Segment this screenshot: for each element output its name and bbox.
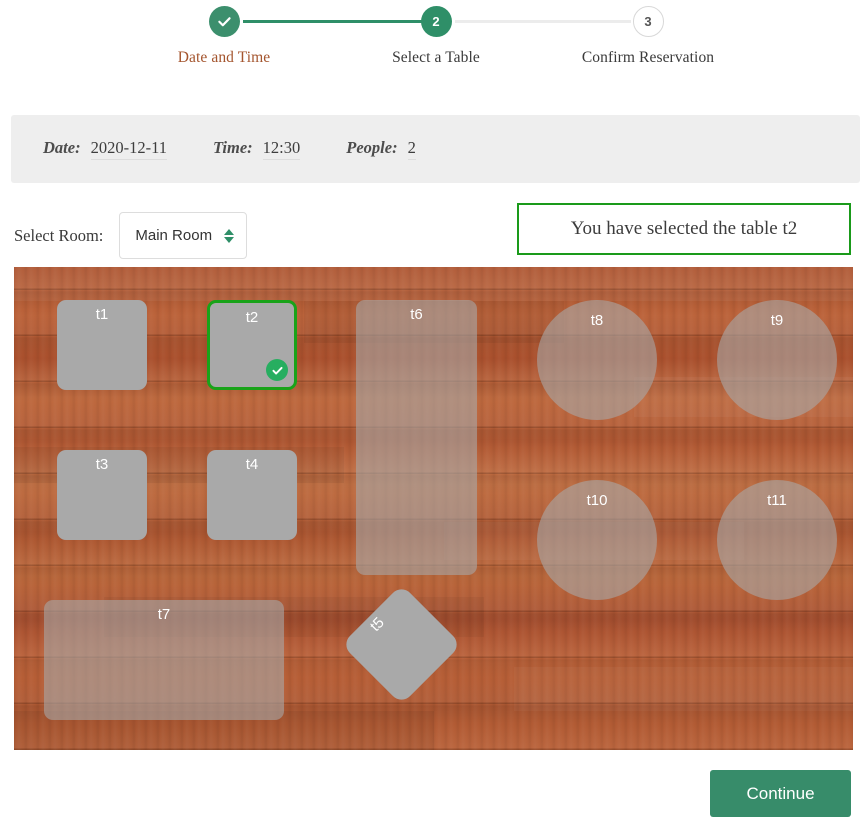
table-label: t10 [586,492,608,509]
room-select-value: Main Room [135,227,213,244]
room-select-label: Select Room: [14,225,104,245]
table-label: t9 [770,312,784,329]
table-label: t3 [95,456,109,473]
step-2-label: Select a Table [392,49,480,66]
table-t2[interactable]: t2 [207,300,297,390]
step-2-badge: 2 [420,6,452,37]
table-t4[interactable]: t4 [207,450,297,540]
continue-button[interactable]: Continue [710,770,851,817]
summary-time-label: Time: [212,138,253,157]
table-label: t6 [410,306,423,323]
selection-status-text: You have selected the table t2 [570,218,798,239]
summary-people: People: 2 [346,138,416,160]
table-selected-check-icon [266,359,288,381]
room-selector-row: Select Room: Main Room [14,212,248,259]
step-1-badge-check-icon [208,6,240,37]
table-label: t7 [157,606,171,623]
selection-status-banner: You have selected the table t2 [517,203,851,255]
floor-plan[interactable]: t1 t2 t6 t8 t9 t3 t4 t10 t11 t7 t5 [14,267,853,750]
table-t5[interactable]: t5 [341,584,462,705]
table-label: t8 [590,312,604,329]
summary-people-value: 2 [407,138,416,160]
table-label: t11 [767,492,787,509]
room-select-dropdown[interactable]: Main Room [119,212,248,259]
summary-date-label: Date: [43,138,81,157]
progress-stepper: Date and Time 2 Select a Table 3 Confirm… [0,0,867,78]
floor-plank [14,267,853,301]
table-label: t5 [367,614,388,636]
summary-date-value: 2020-12-11 [90,138,167,160]
step-3-label: Confirm Reservation [581,49,715,66]
table-t6: t6 [356,300,477,575]
summary-time-value: 12:30 [262,138,301,160]
reservation-summary-bar: Date: 2020-12-11 Time: 12:30 People: 2 [11,115,860,183]
table-t1[interactable]: t1 [57,300,147,390]
table-label: t4 [245,456,259,473]
table-label: t1 [95,306,109,323]
summary-people-label: People: [346,138,398,157]
summary-time: Time: 12:30 [212,138,301,160]
summary-date: Date: 2020-12-11 [43,138,167,160]
step-1-label: Date and Time [177,49,271,66]
table-t11: t11 [717,480,837,600]
reservation-wizard-page: Date and Time 2 Select a Table 3 Confirm… [0,0,867,833]
table-label: t2 [245,309,259,326]
floor-plank [514,667,853,711]
table-t9: t9 [717,300,837,420]
stepper-step-3[interactable]: 3 Confirm Reservation [563,6,733,67]
table-t10: t10 [537,480,657,600]
stepper-step-1[interactable]: Date and Time [139,6,309,67]
table-t8: t8 [537,300,657,420]
table-t3[interactable]: t3 [57,450,147,540]
chevron-updown-icon [224,228,235,243]
stepper-step-2[interactable]: 2 Select a Table [351,6,521,67]
table-t7: t7 [44,600,284,720]
step-3-badge: 3 [632,6,664,37]
